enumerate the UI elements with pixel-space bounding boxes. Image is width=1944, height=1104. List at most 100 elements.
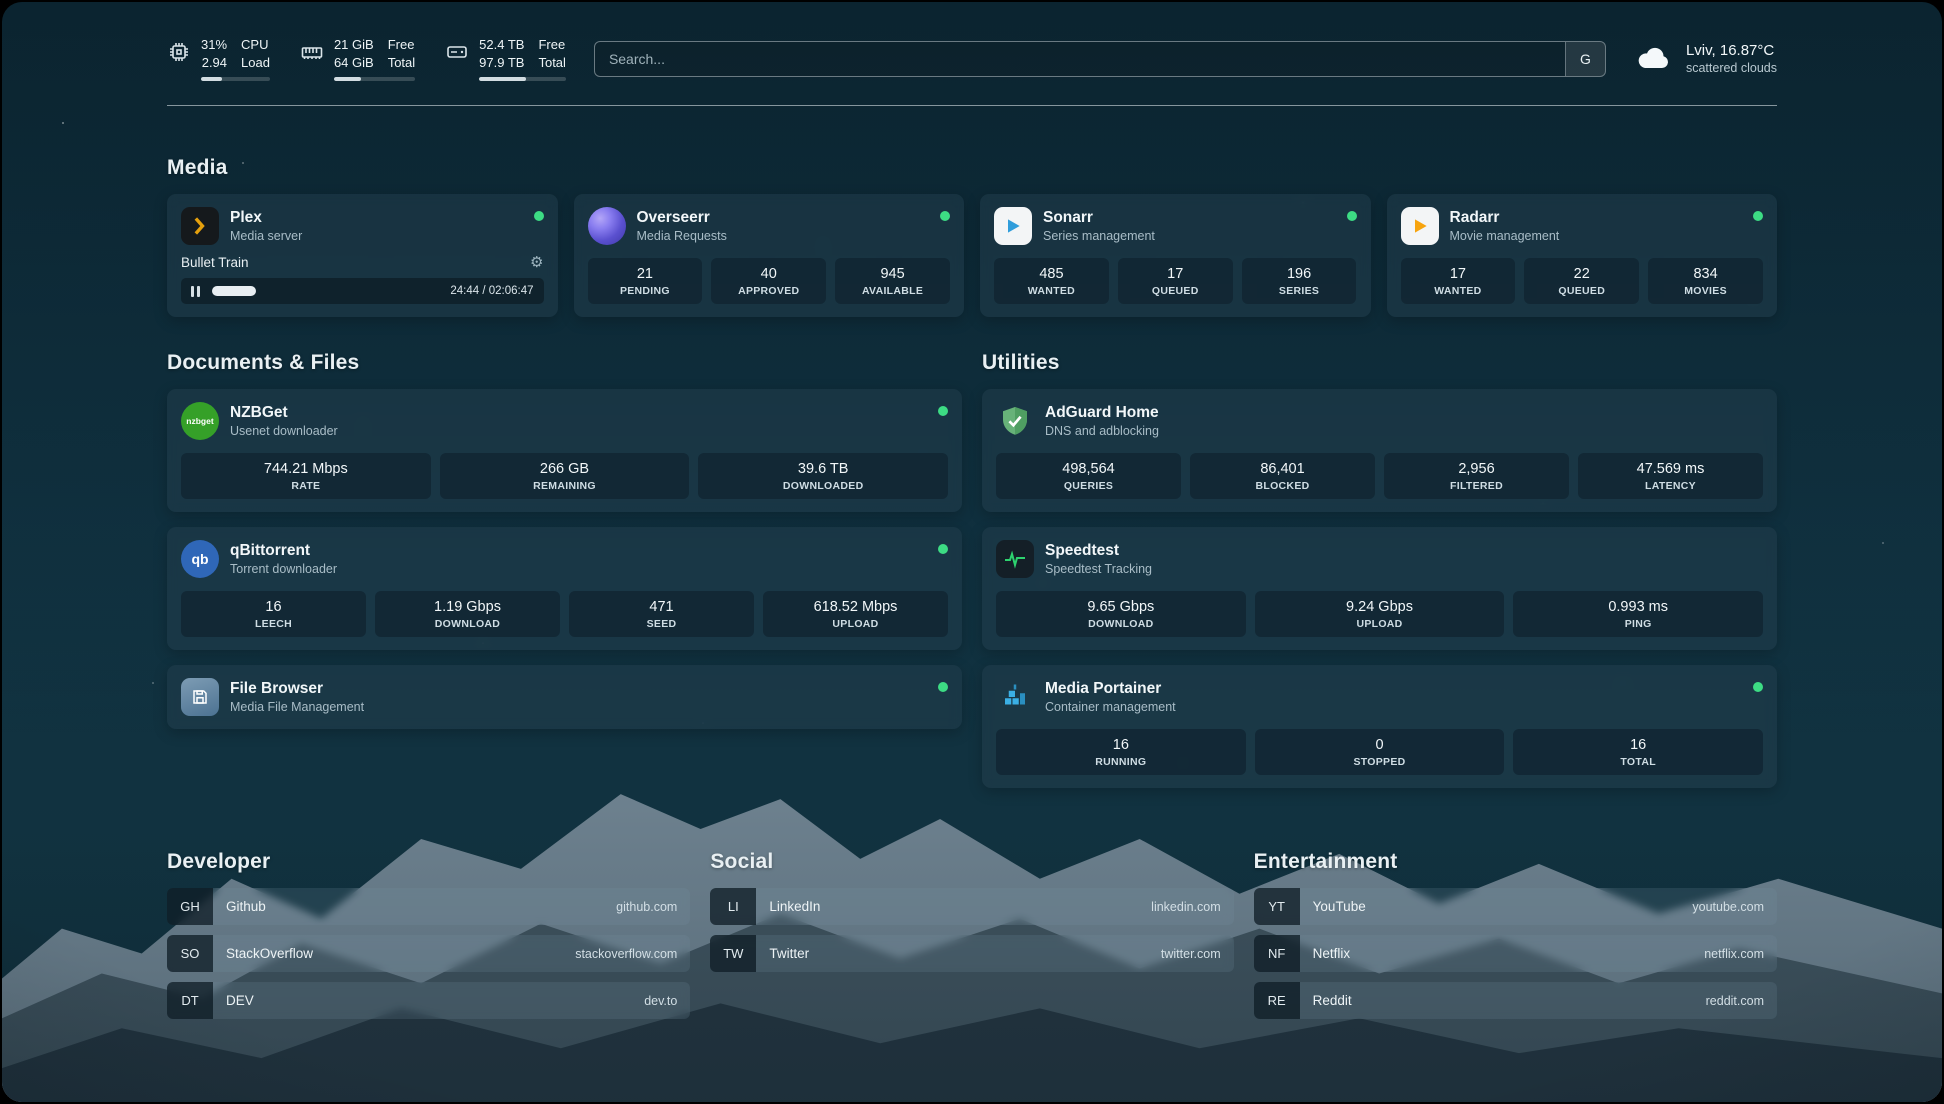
gear-icon[interactable]: ⚙ bbox=[530, 253, 543, 271]
bookmark-name: LinkedIn bbox=[769, 899, 820, 914]
resource-monitors: 31% 2.94 CPU Load bbox=[167, 36, 566, 81]
stat-queued: 22 QUEUED bbox=[1524, 258, 1639, 304]
stat-approved: 40 APPROVED bbox=[711, 258, 826, 304]
bookmark-abbr: DT bbox=[167, 982, 213, 1019]
disk-free-value: 52.4 TB bbox=[479, 36, 524, 54]
nzbget-card[interactable]: nzbget NZBGet Usenet downloader 744.21 M… bbox=[167, 389, 962, 512]
app-description: Usenet downloader bbox=[230, 424, 338, 438]
overseerr-icon bbox=[588, 207, 626, 245]
cpu-percent: 31% bbox=[201, 36, 227, 54]
stat-movies: 834 MOVIES bbox=[1648, 258, 1763, 304]
ram-total-label: Total bbox=[388, 54, 415, 72]
search-bar: G bbox=[594, 41, 1606, 77]
cpu-label: CPU bbox=[241, 36, 270, 54]
stat-download: 1.19 Gbps DOWNLOAD bbox=[375, 591, 560, 637]
app-description: Media File Management bbox=[230, 700, 364, 714]
bookmark-twitter[interactable]: TW Twitter twitter.com bbox=[710, 935, 1233, 972]
plex-icon bbox=[181, 207, 219, 245]
bookmark-netflix[interactable]: NF Netflix netflix.com bbox=[1254, 935, 1777, 972]
search-input[interactable] bbox=[595, 42, 1565, 76]
app-description: Series management bbox=[1043, 229, 1155, 243]
ram-free-value: 21 GiB bbox=[334, 36, 374, 54]
status-dot bbox=[1347, 211, 1357, 221]
stat-rate: 744.21 Mbps RATE bbox=[181, 453, 431, 499]
stat-blocked: 86,401 BLOCKED bbox=[1190, 453, 1375, 499]
app-description: DNS and adblocking bbox=[1045, 424, 1159, 438]
bookmark-abbr: RE bbox=[1254, 982, 1300, 1019]
app-description: Torrent downloader bbox=[230, 562, 337, 576]
sonarr-card[interactable]: Sonarr Series management 485 WANTED 17 Q… bbox=[980, 194, 1371, 317]
status-dot bbox=[940, 211, 950, 221]
plex-card[interactable]: Plex Media server Bullet Train ⚙ bbox=[167, 194, 558, 317]
bookmark-url: twitter.com bbox=[1161, 947, 1221, 961]
bookmark-url: youtube.com bbox=[1692, 900, 1764, 914]
section-developer: Developer GH Github github.com SO StackO… bbox=[167, 850, 690, 1019]
bookmark-abbr: GH bbox=[167, 888, 213, 925]
speedtest-card[interactable]: Speedtest Speedtest Tracking 9.65 Gbps D… bbox=[982, 527, 1777, 650]
bookmark-stackoverflow[interactable]: SO StackOverflow stackoverflow.com bbox=[167, 935, 690, 972]
portainer-icon bbox=[996, 678, 1034, 716]
app-name: Speedtest bbox=[1045, 542, 1152, 560]
bookmark-name: Reddit bbox=[1313, 993, 1352, 1008]
status-dot bbox=[938, 406, 948, 416]
stat-wanted: 17 WANTED bbox=[1401, 258, 1516, 304]
bookmark-name: YouTube bbox=[1313, 899, 1366, 914]
player-progress-track[interactable] bbox=[212, 286, 438, 296]
bookmark-abbr: YT bbox=[1254, 888, 1300, 925]
bookmark-url: dev.to bbox=[644, 994, 677, 1008]
cpu-chip-icon bbox=[167, 40, 191, 64]
ram-free-label: Free bbox=[388, 36, 415, 54]
bookmark-youtube[interactable]: YT YouTube youtube.com bbox=[1254, 888, 1777, 925]
bookmark-reddit[interactable]: RE Reddit reddit.com bbox=[1254, 982, 1777, 1019]
stat-seed: 471 SEED bbox=[569, 591, 754, 637]
bookmark-name: Netflix bbox=[1313, 946, 1351, 961]
stat-filtered: 2,956 FILTERED bbox=[1384, 453, 1569, 499]
speedtest-icon bbox=[996, 540, 1034, 578]
search-engine-button[interactable]: G bbox=[1565, 42, 1605, 76]
section-title-social: Social bbox=[710, 850, 1233, 874]
stat-upload: 618.52 Mbps UPLOAD bbox=[763, 591, 948, 637]
status-dot bbox=[938, 544, 948, 554]
app-name: qBittorrent bbox=[230, 542, 337, 560]
bookmark-abbr: LI bbox=[710, 888, 756, 925]
top-bar: 31% 2.94 CPU Load bbox=[167, 36, 1777, 81]
bookmark-linkedin[interactable]: LI LinkedIn linkedin.com bbox=[710, 888, 1233, 925]
disk-total-value: 97.9 TB bbox=[479, 54, 524, 72]
player-time: 24:44 / 02:06:47 bbox=[450, 285, 533, 297]
filebrowser-icon bbox=[181, 678, 219, 716]
app-name: NZBGet bbox=[230, 404, 338, 422]
section-media: Media Plex Media server bbox=[167, 156, 1777, 317]
bookmark-name: StackOverflow bbox=[226, 946, 313, 961]
bookmark-abbr: NF bbox=[1254, 935, 1300, 972]
bookmark-url: stackoverflow.com bbox=[575, 947, 677, 961]
adguard-card[interactable]: AdGuard Home DNS and adblocking 498,564 … bbox=[982, 389, 1777, 512]
section-title-entertainment: Entertainment bbox=[1254, 850, 1777, 874]
portainer-card[interactable]: Media Portainer Container management 16 … bbox=[982, 665, 1777, 788]
app-name: AdGuard Home bbox=[1045, 404, 1159, 422]
bookmark-dev[interactable]: DT DEV dev.to bbox=[167, 982, 690, 1019]
weather-widget: Lviv, 16.87°C scattered clouds bbox=[1634, 42, 1777, 75]
app-description: Speedtest Tracking bbox=[1045, 562, 1152, 576]
stat-stopped: 0 STOPPED bbox=[1255, 729, 1505, 775]
app-name: File Browser bbox=[230, 680, 364, 698]
stat-download: 9.65 Gbps DOWNLOAD bbox=[996, 591, 1246, 637]
bookmark-github[interactable]: GH Github github.com bbox=[167, 888, 690, 925]
memory-icon bbox=[300, 40, 324, 64]
qbittorrent-card[interactable]: qb qBittorrent Torrent downloader 16 LEE… bbox=[167, 527, 962, 650]
section-documents: Documents & Files nzbget NZBGet Usenet d… bbox=[167, 351, 962, 788]
stat-series: 196 SERIES bbox=[1242, 258, 1357, 304]
dashboard-root: 31% 2.94 CPU Load bbox=[2, 2, 1942, 1102]
filebrowser-card[interactable]: File Browser Media File Management bbox=[167, 665, 962, 729]
stat-leech: 16 LEECH bbox=[181, 591, 366, 637]
pause-icon[interactable] bbox=[191, 286, 200, 297]
app-description: Movie management bbox=[1450, 229, 1560, 243]
overseerr-card[interactable]: Overseerr Media Requests 21 PENDING 40 A… bbox=[574, 194, 965, 317]
status-dot bbox=[938, 682, 948, 692]
stat-running: 16 RUNNING bbox=[996, 729, 1246, 775]
app-name: Plex bbox=[230, 209, 302, 227]
section-title-developer: Developer bbox=[167, 850, 690, 874]
stat-ping: 0.993 ms PING bbox=[1513, 591, 1763, 637]
radarr-card[interactable]: Radarr Movie management 17 WANTED 22 QUE… bbox=[1387, 194, 1778, 317]
stat-downloaded: 39.6 TB DOWNLOADED bbox=[698, 453, 948, 499]
bookmark-url: linkedin.com bbox=[1151, 900, 1220, 914]
